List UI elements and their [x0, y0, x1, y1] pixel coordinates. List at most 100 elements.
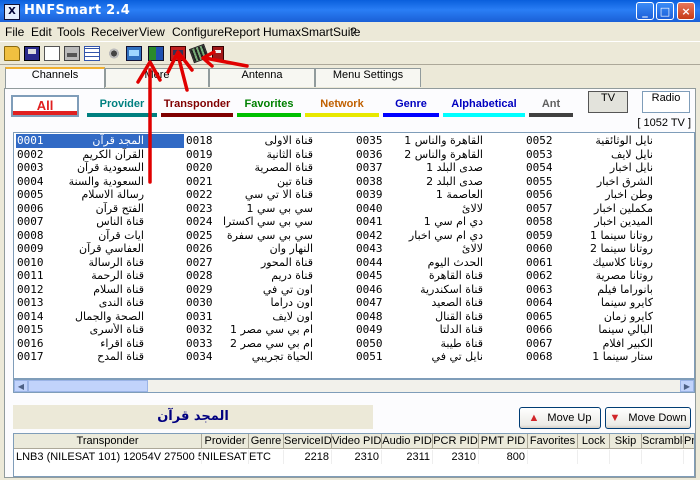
tab-antenna[interactable]: Antenna: [209, 68, 315, 87]
channel-item[interactable]: 0009 العفاسي قرآن: [16, 242, 184, 256]
channel-item[interactable]: 0021 قناة تين: [185, 175, 353, 189]
details-header[interactable]: Scramble: [642, 434, 684, 449]
channel-item[interactable]: 0023 سي بي سي 1: [185, 202, 353, 216]
channel-item[interactable]: 0024 سي بي سي اكسترا: [185, 215, 353, 229]
details-header[interactable]: Transponder: [14, 434, 202, 449]
channel-item[interactable]: 0004 السعودية والسنة: [16, 175, 184, 189]
filter-provider[interactable]: Provider: [87, 95, 157, 117]
channel-item[interactable]: 0045 قناة القاهرة: [355, 269, 523, 283]
menu-configure[interactable]: Configure: [172, 25, 224, 39]
menu-humaxsmartsuite[interactable]: HumaxSmartSuite: [263, 25, 360, 39]
channel-item[interactable]: 0039 العاصمة 1: [355, 188, 523, 202]
radio-toggle[interactable]: Radio: [642, 91, 690, 113]
channel-item[interactable]: 0057 مكملين اخبار: [525, 202, 693, 216]
channel-item[interactable]: 0063 بانوراما فيلم: [525, 283, 693, 297]
channel-item[interactable]: 0040 لالائ: [355, 202, 523, 216]
details-header[interactable]: Lock: [578, 434, 610, 449]
channel-item[interactable]: 0055 الشرق اخبار: [525, 175, 693, 189]
channel-item[interactable]: 0030 اون دراما: [185, 296, 353, 310]
print-icon[interactable]: [64, 46, 80, 61]
tab-menu-settings[interactable]: Menu Settings: [315, 68, 421, 87]
channel-item[interactable]: 0027 قناة المحور: [185, 256, 353, 270]
menu-help[interactable]: ?: [350, 25, 357, 39]
channel-item[interactable]: 0008 ايات قرآن: [16, 229, 184, 243]
scroll-thumb[interactable]: [28, 380, 148, 392]
filter-alphabetical[interactable]: Alphabetical: [443, 95, 525, 117]
new-icon[interactable]: [44, 46, 60, 61]
channel-item[interactable]: 0015 قناة الأسرى: [16, 323, 184, 337]
horizontal-scrollbar[interactable]: ◀ ▶: [13, 379, 695, 393]
move-up-button[interactable]: ▲ Move Up: [519, 407, 601, 429]
grid-icon[interactable]: [84, 46, 100, 61]
channel-item[interactable]: 0005 رسالة الاسلام: [16, 188, 184, 202]
filter-favorites[interactable]: Favorites: [237, 95, 301, 117]
channel-item[interactable]: 0044 الحدث اليوم: [355, 256, 523, 270]
channel-item[interactable]: 0060 روتانا سينما 2: [525, 242, 693, 256]
channel-item[interactable]: 0067 الكبير افلام: [525, 337, 693, 351]
channel-item[interactable]: 0017 قناة المدح: [16, 350, 184, 364]
tab-channels[interactable]: Channels: [5, 67, 105, 88]
filter-network[interactable]: Network: [305, 95, 379, 117]
minimize-button[interactable]: _: [636, 2, 654, 20]
close-button[interactable]: ×: [677, 2, 695, 20]
channel-item[interactable]: 0042 دي ام سي اخبار: [355, 229, 523, 243]
channel-item[interactable]: 0065 كايرو زمان: [525, 310, 693, 324]
channel-item[interactable]: 0037 صدى البلد 1: [355, 161, 523, 175]
scroll-left-icon[interactable]: ◀: [14, 380, 28, 392]
menu-edit[interactable]: Edit: [31, 25, 52, 39]
channel-item[interactable]: 0013 قناة الندى: [16, 296, 184, 310]
filter-transponder[interactable]: Transponder: [161, 95, 233, 117]
channel-item[interactable]: 0025 سي بي سي سفرة: [185, 229, 353, 243]
channel-item[interactable]: 0035 القاهرة والناس 1: [355, 134, 523, 148]
channel-item[interactable]: 0029 اون تي في: [185, 283, 353, 297]
maximize-button[interactable]: □: [656, 2, 674, 20]
details-header[interactable]: Skip: [610, 434, 642, 449]
details-header[interactable]: ServiceID: [284, 434, 332, 449]
channel-item[interactable]: 0032 ام بي سي مصر 1: [185, 323, 353, 337]
channel-item[interactable]: 0053 نايل لايف: [525, 148, 693, 162]
settings-icon[interactable]: [106, 46, 122, 61]
channel-item[interactable]: 0019 قناة الثانية: [185, 148, 353, 162]
channel-item[interactable]: 0011 قناة الرحمة: [16, 269, 184, 283]
channel-item[interactable]: 0026 النهار وان: [185, 242, 353, 256]
menu-receiver[interactable]: Receiver: [91, 25, 138, 39]
channel-item[interactable]: 0056 وطن اخبار: [525, 188, 693, 202]
details-header[interactable]: Genre: [249, 434, 284, 449]
channel-item[interactable]: 0036 القاهرة والناس 2: [355, 148, 523, 162]
receive-icon[interactable]: [126, 46, 142, 61]
channel-list[interactable]: 0001 المجد قرآن 0002 القرآن الكريم 0003 السعو…: [13, 132, 695, 379]
channel-item[interactable]: 0003 السعودية قرآن: [16, 161, 184, 175]
details-header[interactable]: Video PID: [332, 434, 382, 449]
scroll-right-icon[interactable]: ▶: [680, 380, 694, 392]
open-icon[interactable]: [4, 46, 20, 61]
channel-item[interactable]: 0058 الميدين اخبار: [525, 215, 693, 229]
channel-item[interactable]: 0012 قناة السلام: [16, 283, 184, 297]
channel-item[interactable]: 0068 ستار سينما 1: [525, 350, 693, 364]
menu-file[interactable]: File: [5, 25, 24, 39]
tab-more[interactable]: More: [105, 68, 209, 87]
menu-report[interactable]: Report: [224, 25, 260, 39]
channel-item[interactable]: 0049 قناة الدلتا: [355, 323, 523, 337]
channel-item[interactable]: 0051 نايل تي في: [355, 350, 523, 364]
channel-item[interactable]: 0043 لالائ: [355, 242, 523, 256]
channel-item[interactable]: 0052 نايل الوثائقية: [525, 134, 693, 148]
channel-item[interactable]: 0007 قناة الناس: [16, 215, 184, 229]
channel-item[interactable]: 0016 قناة اقراء: [16, 337, 184, 351]
channel-item[interactable]: 0061 روتانا كلاسيك: [525, 256, 693, 270]
red-monitor-icon[interactable]: [170, 46, 186, 61]
channel-item[interactable]: 0028 قناة دريم: [185, 269, 353, 283]
channel-item[interactable]: 0048 قناة القنال: [355, 310, 523, 324]
filter-all[interactable]: All: [11, 95, 79, 117]
tv-toggle[interactable]: TV: [588, 91, 628, 113]
channel-item[interactable]: 0006 الفتح قرآن: [16, 202, 184, 216]
channel-item[interactable]: 0062 روتانا مصرية: [525, 269, 693, 283]
channel-item[interactable]: 0046 قناة اسكندرية: [355, 283, 523, 297]
channel-item[interactable]: 0022 قناة الا تي سي: [185, 188, 353, 202]
channel-item[interactable]: 0018 قناة الاولى: [185, 134, 353, 148]
device-icon[interactable]: [212, 46, 224, 61]
channel-item[interactable]: 0010 قناة الرسالة: [16, 256, 184, 270]
menu-tools[interactable]: Tools: [57, 25, 85, 39]
chip-icon[interactable]: [188, 43, 210, 64]
details-header[interactable]: Provider: [202, 434, 249, 449]
channel-item[interactable]: 0041 دي ام سي 1: [355, 215, 523, 229]
